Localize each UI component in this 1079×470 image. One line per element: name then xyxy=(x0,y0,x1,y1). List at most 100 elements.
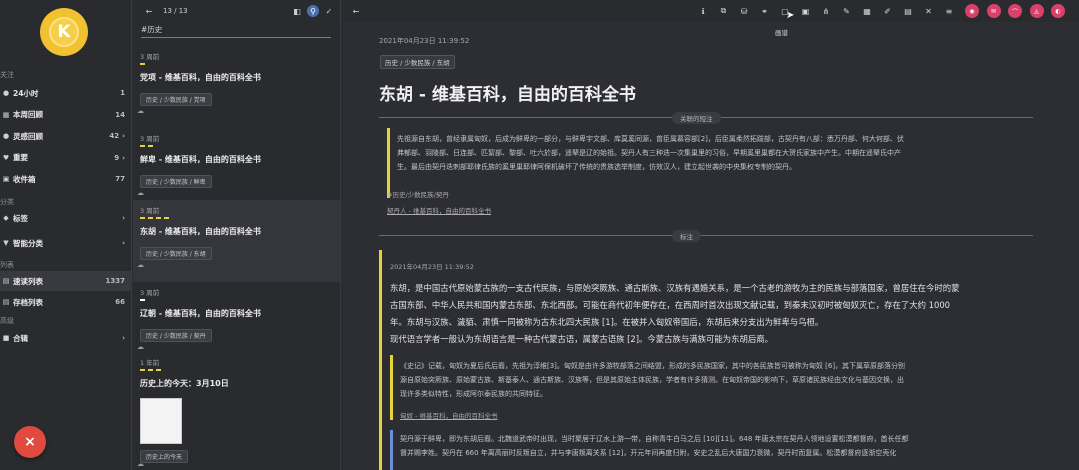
card-tag[interactable]: 历史 / 少数民族 / 党项 xyxy=(140,93,212,106)
grid-icon[interactable]: ▦ xyxy=(861,5,873,17)
quote-line: 源自原始突厥族、原始蒙古族、斯基泰人、通古斯族、汉族等，但是其原始主体民族，学者… xyxy=(400,376,904,384)
link-icon[interactable]: ⚭ xyxy=(759,5,771,17)
share-icon[interactable]: ◉ xyxy=(965,4,979,18)
cursor-icon[interactable]: ▣ xyxy=(800,5,812,17)
section-follow-label: 关注 xyxy=(0,71,14,79)
tag-icon: ◆ xyxy=(3,214,9,222)
rating-dash xyxy=(140,63,145,65)
note-date: 2021年04月23日 11:39:52 xyxy=(390,263,474,271)
sidebar-item-label: 标签 xyxy=(13,213,28,223)
delete-icon[interactable]: ✕ xyxy=(923,5,935,17)
close-fab-button[interactable]: × xyxy=(14,426,46,458)
list-item[interactable]: 1 年前 历史上的今天：3月10日 历史上的今天 ☁ xyxy=(133,352,340,470)
sidebar-item-clock[interactable]: ● 24小时 1 xyxy=(0,83,131,103)
rating-dash xyxy=(148,369,153,371)
list-item[interactable]: 3 周前 鲜卑 - 维基百科，自由的百科全书 历史 / 少数民族 / 鲜卑 ☁ xyxy=(133,128,340,198)
sidebar-item-label: 灵感回顾 xyxy=(13,131,43,141)
article-date: 2021年04月23日 11:39:52 xyxy=(379,37,470,45)
thumbnail-image xyxy=(140,398,182,444)
bulb-icon: ● xyxy=(2,132,10,140)
quote-block: 《史记》记载，匈奴为夏后氏后裔，先祖为淳维[3]。匈奴是由许多游牧部落之间结盟，… xyxy=(400,359,1070,401)
card-tag[interactable]: 历史 / 少数民族 / 鲜卑 xyxy=(140,175,212,188)
chevron-right-icon[interactable]: › xyxy=(122,214,125,222)
quote-line: 现许多类似特性，形成阿尔泰民族的共同特征。 xyxy=(400,390,547,398)
article-tag[interactable]: 历史 / 少数民族 / 东胡 xyxy=(380,55,455,69)
back-arrow-icon[interactable]: ← xyxy=(350,5,362,17)
pdf-icon[interactable]: ◬ xyxy=(1029,4,1044,18)
sidebar-item-calendar[interactable]: ▦ 本周回顾 14 xyxy=(0,105,131,125)
avatar[interactable]: K xyxy=(40,8,88,56)
back-arrow-icon[interactable]: ← xyxy=(143,5,155,17)
related-line: 弗郁部、羽陵部、日连部、匹絜部、黎部、吐六於部，遥辇是辽的始祖。契丹人有三种迭一… xyxy=(397,149,901,157)
sidebar-item-list[interactable]: ▤ 速读列表 1337 xyxy=(0,271,131,291)
sidebar-item-filter[interactable]: ▼ 智能分类 › xyxy=(0,233,131,253)
sidebar-item-label: 收件箱 xyxy=(13,174,36,184)
list-item[interactable]: 3 周前 党项 - 维基百科，自由的百科全书 历史 / 少数民族 / 党项 ☁ xyxy=(133,46,340,126)
highlight-bar-blue xyxy=(390,430,393,470)
menu-icon[interactable]: ≡ xyxy=(943,5,955,17)
related-hashtag[interactable]: #历史/少数民族/契丹 xyxy=(387,189,449,199)
card-tag[interactable]: 历史上的今天 xyxy=(140,450,189,463)
note-line: 年。东胡与汉族、濊貊、肃慎一同被称为古东北四大民族 [1]。在被并入匈奴帝国后，… xyxy=(390,317,824,327)
list-item[interactable]: 3 周前 辽朝 - 维基百科，自由的百科全书 历史 / 少数民族 / 契丹 ☁ xyxy=(133,282,340,351)
search-icon[interactable]: ⚲ xyxy=(307,5,319,17)
card-date: 1 年前 xyxy=(140,359,160,367)
calendar-icon: ▦ xyxy=(2,110,10,119)
count-badge: 1337 xyxy=(105,277,125,285)
sidebar-item-tag[interactable]: ◆ 标签 › xyxy=(0,208,131,228)
copy-icon[interactable]: ⧉ xyxy=(718,5,730,17)
database-icon[interactable]: ⛁ xyxy=(738,5,750,17)
sidebar: K 关注 ● 24小时 1 ▦ 本周回顾 14 ● 灵感回顾 42 › ♥ 重要 9 › ▣ 收件箱 77 分类… xyxy=(0,0,132,470)
chevron-right-icon[interactable]: › xyxy=(122,132,125,140)
pen-icon[interactable]: ✐ xyxy=(882,5,894,17)
search-input[interactable]: #历史 xyxy=(141,22,331,38)
list-item[interactable]: 3 周前 东胡 - 维基百科，自由的百科全书 历史 / 少数民族 / 东胡 ☁ xyxy=(133,200,340,282)
chevron-right-icon[interactable]: › xyxy=(122,334,125,342)
rating-dash xyxy=(148,145,153,147)
archive-box-icon[interactable]: ▤ xyxy=(902,5,914,17)
card-tag[interactable]: 历史 / 少数民族 / 东胡 xyxy=(140,247,212,260)
count-badge: 42 xyxy=(109,132,120,140)
clock-icon: ● xyxy=(2,89,10,97)
tag-edit-icon[interactable]: ✎ xyxy=(841,5,853,17)
rating-dash xyxy=(156,217,161,219)
divider xyxy=(379,235,1033,236)
related-line: 生。最后由契丹迭刺部耶律氏族的奚里巢耶律阿保机破坏了传统的贵族选举制度，仿效汉人… xyxy=(397,163,796,171)
cloud-icon: ☁ xyxy=(137,460,144,468)
open-icon[interactable]: ⌒ xyxy=(1008,4,1022,18)
quote-link[interactable]: 匈奴 - 维基百科，自由的百科全书 xyxy=(400,410,497,420)
sidebar-item-inbox[interactable]: ▣ 收件箱 77 xyxy=(0,169,131,189)
chevron-right-icon[interactable]: › xyxy=(122,239,125,247)
count-badge: 14 xyxy=(115,110,125,119)
count-badge: 66 xyxy=(115,298,125,306)
sidebar-item-archive[interactable]: ▤ 存档列表 66 xyxy=(0,292,131,312)
card-tag[interactable]: 历史 / 少数民族 / 契丹 xyxy=(140,329,212,342)
sidebar-item-label: 重要 xyxy=(13,153,28,162)
inbox-icon: ▣ xyxy=(2,175,10,183)
rating-dash xyxy=(164,217,169,219)
mail-icon[interactable]: ✉ xyxy=(986,4,1001,18)
section-category-label: 分类 xyxy=(0,198,14,206)
sidebar-item-label: 存档列表 xyxy=(13,297,43,307)
count-badge: 77 xyxy=(115,175,125,183)
sidebar-item-label: 24小时 xyxy=(13,88,39,98)
sidebar-item-collection[interactable]: ■ 合辑 › xyxy=(0,328,131,348)
sidebar-item-heart[interactable]: ♥ 重要 9 › xyxy=(0,148,131,168)
info-icon[interactable]: ℹ xyxy=(697,5,709,17)
note-list: ← 13 / 13 ◧ ⚲ ✓ #历史 3 周前 党项 - 维基百科，自由的百科全… xyxy=(133,0,341,470)
card-title: 东胡 - 维基百科，自由的百科全书 xyxy=(140,227,261,236)
heart-icon: ♥ xyxy=(2,153,10,162)
card-date: 3 周前 xyxy=(140,135,160,143)
chevron-right-icon[interactable]: › xyxy=(122,154,125,162)
export-icon[interactable]: ◐ xyxy=(1051,4,1065,18)
layout-icon[interactable]: ◧ xyxy=(291,5,303,17)
related-link[interactable]: 契丹人 - 维基百科，自由的百科全书 xyxy=(387,205,491,215)
mouse-cursor-icon: ➤ xyxy=(786,10,795,21)
sidebar-item-bulb[interactable]: ● 灵感回顾 42 › xyxy=(0,126,131,146)
quote-line: 契丹源于鲜卑，即为东胡后裔。北魏道武帝时出现，当时聚居于辽水上游一带，自称青牛白… xyxy=(400,435,909,443)
highlight-bar xyxy=(379,250,382,470)
quote-line: 督并赐李姓。契丹在 660 年离高丽时反叛自立，并与李唐叛离关系 [12]，开元… xyxy=(400,449,897,457)
tree-icon[interactable]: ⋔ xyxy=(820,5,832,17)
count-badge: 9 xyxy=(114,153,120,162)
check-icon[interactable]: ✓ xyxy=(323,5,335,17)
